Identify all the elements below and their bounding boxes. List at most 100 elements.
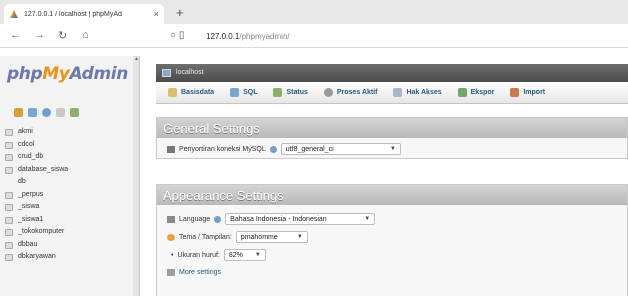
tab-processes[interactable]: Proses Aktif bbox=[316, 88, 386, 97]
database-icon bbox=[5, 129, 13, 136]
wrench-icon bbox=[167, 269, 175, 276]
server-icon bbox=[162, 69, 171, 77]
appearance-settings-title: Appearance Settings bbox=[157, 185, 627, 205]
database-tab-icon bbox=[168, 88, 177, 97]
tab-sql[interactable]: SQL bbox=[222, 88, 265, 97]
chevron-down-icon: ▼ bbox=[389, 146, 396, 152]
database-icon bbox=[5, 204, 13, 211]
database-item[interactable]: crud_db bbox=[0, 151, 134, 164]
url-path: /phpmyadmin/ bbox=[239, 32, 290, 41]
nav-quick-icons bbox=[14, 108, 79, 117]
database-item[interactable]: _perpus bbox=[0, 189, 134, 202]
tab-databases[interactable]: Basisdata bbox=[160, 88, 222, 97]
tab-label: SQL bbox=[243, 89, 258, 96]
collation-label: Penyortiran koneksi MySQL bbox=[179, 145, 266, 153]
font-size-select[interactable]: 82% ▼ bbox=[223, 249, 266, 261]
sql-icon bbox=[230, 88, 240, 97]
browser-tab-title: 127.0.0.1 / localhost | phpMyAd bbox=[24, 10, 122, 18]
tab-label: Status bbox=[286, 89, 308, 96]
collation-icon bbox=[167, 145, 175, 153]
tab-status[interactable]: Status bbox=[265, 88, 315, 97]
phpmyadmin-logo[interactable]: phpMyAdmin bbox=[7, 64, 128, 84]
database-item[interactable]: dbkaryawan bbox=[0, 251, 134, 264]
more-settings-link[interactable]: More settings bbox=[179, 269, 221, 276]
database-name: _siswa1 bbox=[18, 215, 44, 223]
url-field[interactable]: 127.0.0.1/phpmyadmin/ bbox=[206, 32, 290, 41]
chevron-down-icon: ▼ bbox=[364, 216, 371, 222]
collation-select[interactable]: utf8_general_ci ▼ bbox=[280, 143, 401, 155]
database-icon bbox=[5, 141, 13, 149]
browser-address-bar: ← → ↻ ⌂ ○ ▯ 127.0.0.1/phpmyadmin/ bbox=[0, 24, 628, 48]
logo-admin: Admin bbox=[69, 64, 128, 84]
collation-value: utf8_general_ci bbox=[285, 145, 334, 153]
help-icon[interactable] bbox=[214, 215, 222, 223]
status-icon bbox=[273, 88, 283, 97]
forward-arrow-icon[interactable]: → bbox=[34, 29, 45, 41]
main-content: localhost Basisdata SQL Status Proses Ak… bbox=[156, 64, 628, 296]
theme-select[interactable]: pmahomme ▼ bbox=[235, 231, 308, 243]
language-select[interactable]: Bahasa Indonesia - Indonesian ▼ bbox=[225, 213, 376, 225]
theme-icon bbox=[167, 233, 175, 241]
general-settings-title: General Settings bbox=[157, 118, 627, 138]
close-tab-icon[interactable]: × bbox=[154, 9, 159, 19]
new-tab-button[interactable]: + bbox=[176, 5, 184, 20]
database-name: _tokokomputer bbox=[18, 228, 65, 235]
process-icon bbox=[323, 88, 333, 97]
export-icon bbox=[457, 88, 467, 97]
database-name: _perpus bbox=[18, 190, 44, 198]
theme-label: Tema / Tampilan: bbox=[179, 233, 232, 241]
database-item[interactable]: _tokokomputer bbox=[0, 226, 134, 239]
database-icon bbox=[5, 191, 13, 199]
theme-value: pmahomme bbox=[240, 233, 278, 241]
bullet-icon: • bbox=[171, 251, 174, 259]
scroll-up-arrow-icon[interactable]: ▲ bbox=[134, 56, 139, 62]
font-size-row: • Ukuran huruf: 82% ▼ bbox=[167, 249, 266, 261]
logout-icon[interactable] bbox=[28, 108, 37, 117]
tab-import[interactable]: Import bbox=[502, 88, 553, 97]
database-icon bbox=[5, 254, 13, 261]
phpmyadmin-favicon-icon bbox=[10, 10, 18, 18]
database-item[interactable]: dbbau bbox=[0, 239, 134, 252]
tab-export[interactable]: Ekspor bbox=[450, 88, 503, 97]
database-item[interactable]: database_siswa bbox=[0, 164, 134, 177]
database-name: cdcol bbox=[18, 140, 35, 148]
url-host: 127.0.0.1 bbox=[206, 32, 240, 41]
back-arrow-icon[interactable]: ← bbox=[10, 29, 21, 41]
help-icon[interactable] bbox=[269, 145, 277, 153]
database-item[interactable]: akmi bbox=[0, 126, 134, 139]
tab-label: Basisdata bbox=[181, 89, 215, 96]
tab-label: Import bbox=[523, 89, 546, 96]
database-name: akmi bbox=[18, 128, 33, 135]
database-item[interactable]: db bbox=[0, 176, 134, 189]
docs-icon[interactable] bbox=[56, 108, 65, 117]
home-icon[interactable]: ⌂ bbox=[82, 29, 89, 41]
appearance-settings-panel: Appearance Settings Language Bahasa Indo… bbox=[156, 184, 628, 296]
chevron-down-icon: ▼ bbox=[296, 234, 303, 240]
help-icon[interactable] bbox=[42, 108, 51, 117]
database-name: database_siswa bbox=[18, 165, 69, 173]
reload-icon[interactable]: ↻ bbox=[58, 29, 67, 42]
tab-privileges[interactable]: Hak Akses bbox=[385, 88, 449, 97]
database-item[interactable]: _siswa bbox=[0, 201, 134, 214]
site-info-icon[interactable]: ○ ▯ bbox=[170, 30, 184, 41]
more-settings-row: More settings bbox=[167, 269, 221, 276]
database-icon bbox=[5, 241, 13, 249]
language-icon bbox=[167, 215, 175, 223]
browser-tab-bar: 127.0.0.1 / localhost | phpMyAd × + bbox=[0, 0, 628, 24]
theme-row: Tema / Tampilan: pmahomme ▼ bbox=[167, 231, 308, 243]
language-row: Language Bahasa Indonesia - Indonesian ▼ bbox=[167, 213, 376, 225]
privileges-icon bbox=[393, 88, 403, 97]
top-menu-tabs: Basisdata SQL Status Proses Aktif Hak Ak… bbox=[156, 82, 628, 104]
tab-label: Proses Aktif bbox=[336, 89, 378, 96]
browser-tab[interactable]: 127.0.0.1 / localhost | phpMyAd × bbox=[4, 4, 164, 24]
font-size-value: 82% bbox=[228, 251, 243, 259]
reload-nav-icon[interactable] bbox=[70, 108, 79, 117]
collation-row: Penyortiran koneksi MySQL utf8_general_c… bbox=[167, 143, 401, 155]
home-nav-icon[interactable] bbox=[14, 108, 23, 117]
database-list: akmi cdcol crud_db database_siswa db _pe… bbox=[0, 126, 134, 264]
database-item[interactable]: cdcol bbox=[0, 139, 134, 152]
tab-label: Ekspor bbox=[470, 89, 495, 96]
database-item[interactable]: _siswa1 bbox=[0, 214, 134, 227]
server-breadcrumb[interactable]: localhost bbox=[176, 69, 204, 76]
language-label: Language bbox=[179, 215, 211, 223]
